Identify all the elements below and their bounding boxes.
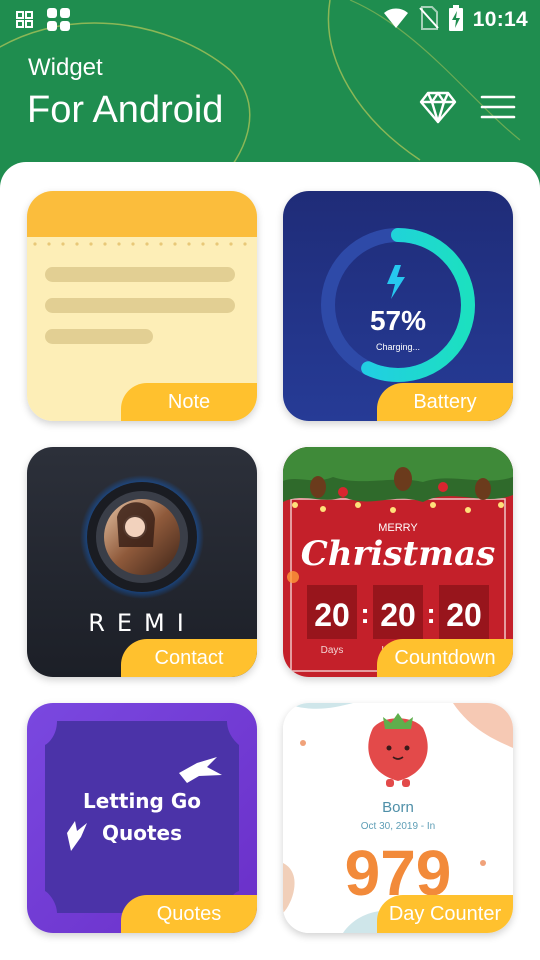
widget-card-battery[interactable]: 57% Charging... Battery <box>283 191 513 421</box>
hamburger-menu-icon <box>480 95 516 119</box>
widget-card-quotes[interactable]: Letting Go Quotes Quotes <box>27 703 257 933</box>
widget-card-day-counter[interactable]: Born Oct 30, 2019 - In 979 Day Counter <box>283 703 513 933</box>
countdown-line1: MERRY <box>378 522 418 534</box>
battery-status: Charging... <box>376 342 420 352</box>
no-sim-icon <box>419 6 439 34</box>
widget-sheet: Note 57% Charging... Battery REMI Contac… <box>0 162 540 960</box>
countdown-line2: Christmas <box>301 534 496 574</box>
app-title-line1: Widget <box>28 54 103 81</box>
svg-text::: : <box>360 598 369 629</box>
countdown-days: 20 <box>314 597 350 633</box>
widget-label-day-counter: Day Counter <box>377 895 513 933</box>
menu-button[interactable] <box>480 94 516 120</box>
day-counter-title: Born <box>382 799 414 816</box>
widget-card-note[interactable]: Note <box>27 191 257 421</box>
widget-label-quotes: Quotes <box>121 895 257 933</box>
status-bar: 10:14 <box>0 0 540 38</box>
countdown-unit-days: Days <box>321 645 344 656</box>
countdown-minutes: 20 <box>446 597 482 633</box>
apps-small-icon <box>16 11 34 33</box>
premium-button[interactable] <box>419 90 457 124</box>
widget-label-countdown: Countdown <box>377 639 513 677</box>
widget-label-note: Note <box>121 383 257 421</box>
apps-large-icon <box>46 7 72 37</box>
quotes-line1: Letting Go <box>83 789 201 813</box>
clock: 10:14 <box>472 8 528 31</box>
battery-charging-icon <box>448 5 463 35</box>
quotes-line2: Quotes <box>102 821 182 845</box>
battery-percent: 57% <box>370 305 426 336</box>
day-counter-date: Oct 30, 2019 - In <box>361 821 436 832</box>
contact-name: REMI <box>88 609 196 637</box>
svg-text::: : <box>426 598 435 629</box>
app-title-line2: For Android <box>27 89 224 131</box>
widget-card-countdown[interactable]: MERRY Christmas 20 : 20 : 20 Days H Coun… <box>283 447 513 677</box>
widget-label-battery: Battery <box>377 383 513 421</box>
diamond-icon <box>419 91 457 124</box>
widget-label-contact: Contact <box>121 639 257 677</box>
countdown-hours: 20 <box>380 597 416 633</box>
wifi-icon <box>383 7 409 33</box>
widget-card-contact[interactable]: REMI Contact <box>27 447 257 677</box>
